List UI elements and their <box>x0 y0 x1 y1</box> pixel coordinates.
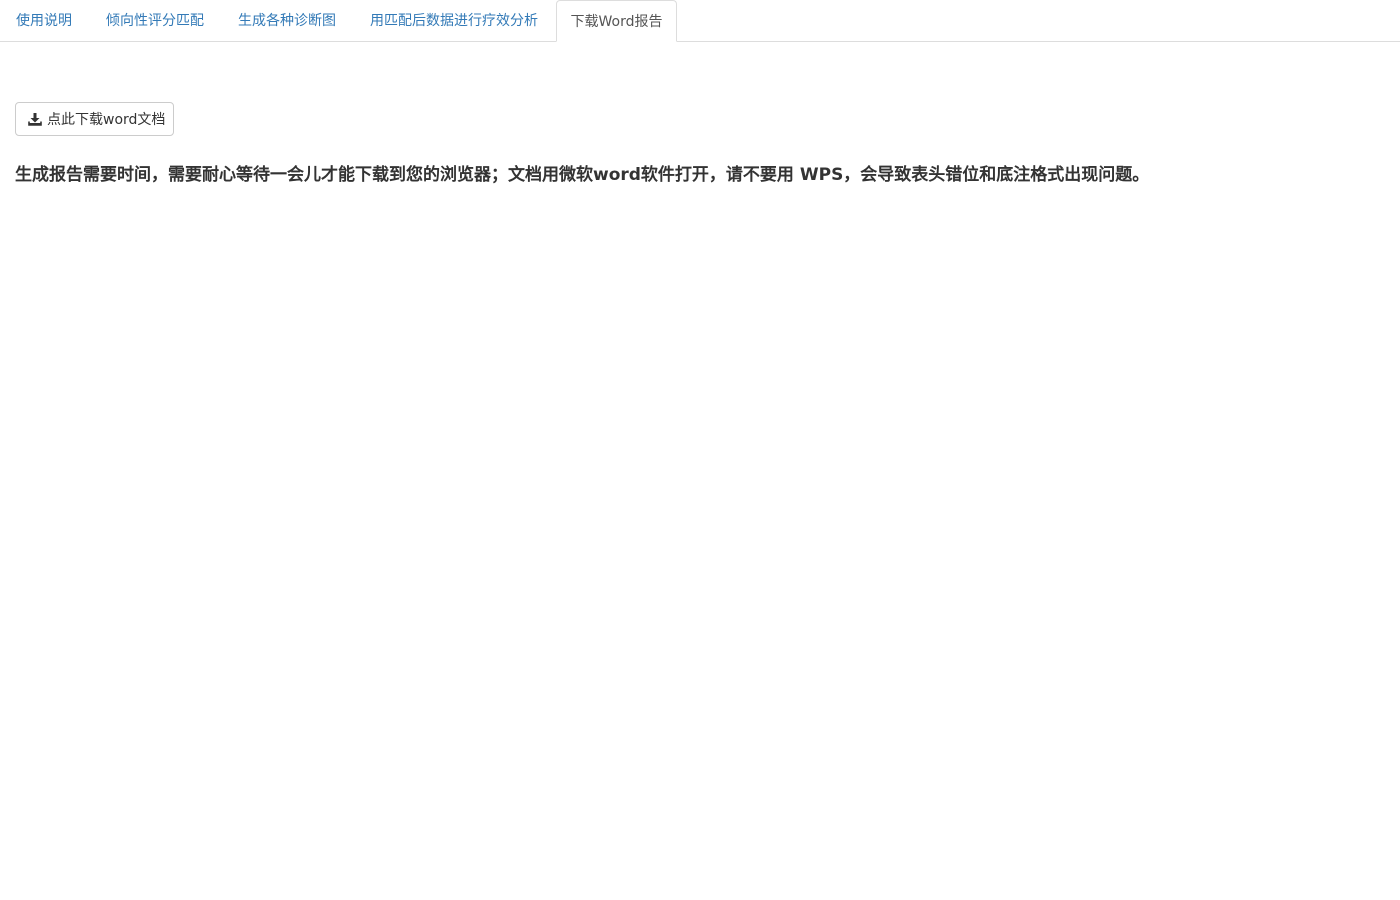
tab-propensity-score-matching[interactable]: 倾向性评分匹配 <box>106 0 204 42</box>
tab-instructions[interactable]: 使用说明 <box>16 0 72 42</box>
download-word-button[interactable]: 点此下载word文档 <box>15 102 174 136</box>
download-icon <box>28 112 42 126</box>
tab-download-word-report[interactable]: 下载Word报告 <box>556 0 677 42</box>
tab-efficacy-analysis[interactable]: 用匹配后数据进行疗效分析 <box>370 0 538 42</box>
tab-bar: 使用说明 倾向性评分匹配 生成各种诊断图 用匹配后数据进行疗效分析 下载Word… <box>0 0 1400 42</box>
report-notice: 生成报告需要时间，需要耐心等待一会儿才能下载到您的浏览器；文档用微软word软件… <box>15 165 1150 185</box>
tab-diagnostic-plots[interactable]: 生成各种诊断图 <box>238 0 336 42</box>
download-button-label: 点此下载word文档 <box>47 112 166 128</box>
